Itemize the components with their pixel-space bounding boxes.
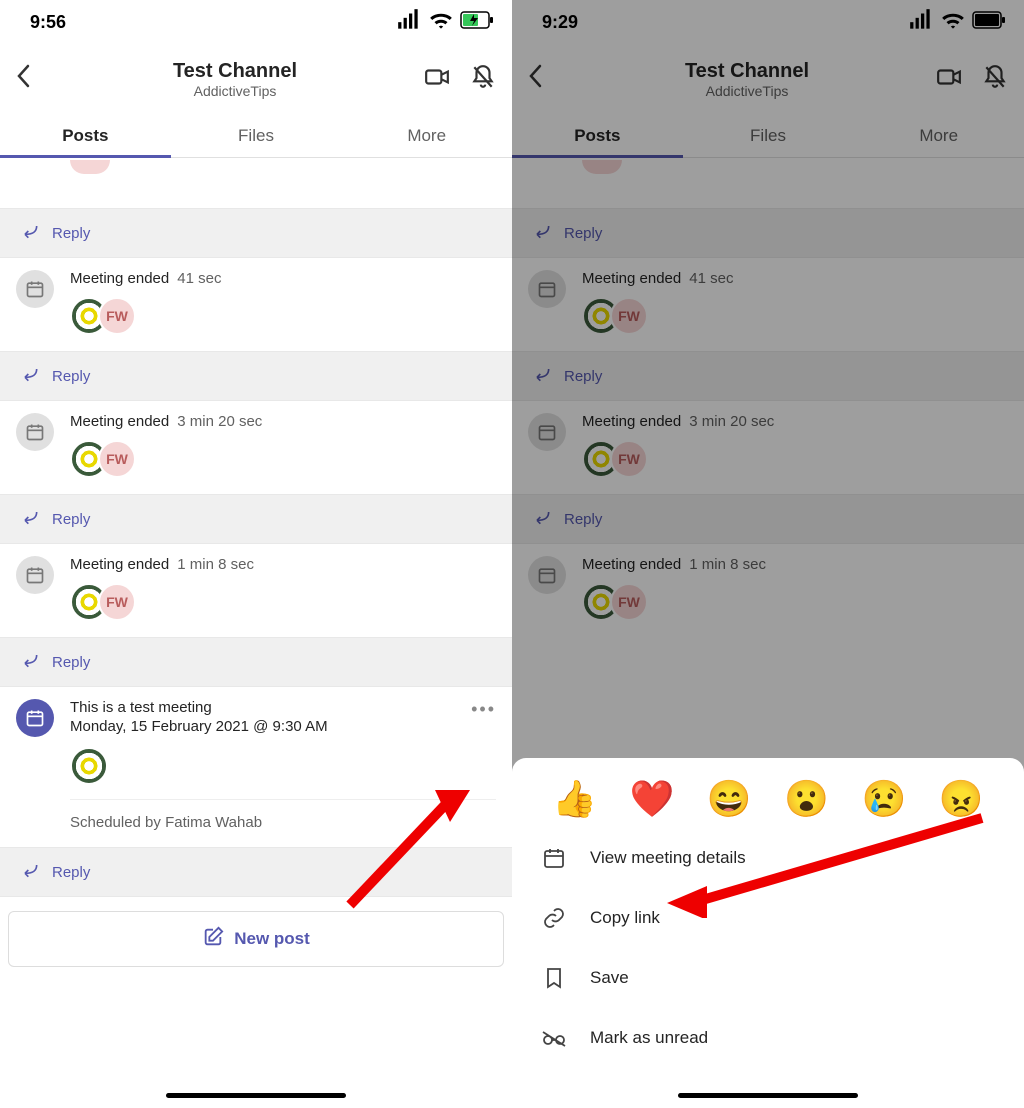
meeting-title: This is a test meeting (70, 699, 328, 716)
meeting-ended-post[interactable]: Meeting ended 41 sec FW (0, 270, 512, 351)
channel-title: Test Channel (46, 60, 424, 83)
video-call-button[interactable] (424, 64, 450, 95)
reaction-sad[interactable]: 😢 (862, 778, 907, 820)
post-duration: 3 min 20 sec (177, 413, 262, 430)
reply-icon (20, 221, 40, 245)
reply-label: Reply (52, 864, 90, 881)
bookmark-icon (540, 966, 568, 990)
glasses-icon (540, 1026, 568, 1050)
channel-header: Test Channel AddictiveTips (0, 44, 512, 114)
tab-more[interactable]: More (341, 114, 512, 157)
post-text: Meeting ended (70, 556, 169, 573)
new-post-button[interactable]: New post (8, 911, 504, 967)
reply-label: Reply (52, 368, 90, 385)
save-item[interactable]: Save (512, 948, 1024, 1008)
reply-button[interactable]: Reply (0, 208, 512, 258)
post-duration: 1 min 8 sec (177, 556, 254, 573)
battery-charging-icon (460, 11, 494, 34)
avatar-initials: FW (98, 583, 136, 621)
post-text: Meeting ended (70, 270, 169, 287)
right-screenshot: 9:29 Test Channel AddictiveTips (512, 0, 1024, 1108)
status-bar: 9:56 (0, 0, 512, 44)
wifi-icon (428, 7, 454, 38)
left-screenshot: 9:56 Test Channel AddictiveTips (0, 0, 512, 1108)
avatar (70, 747, 108, 785)
back-button[interactable] (16, 64, 46, 95)
reactions-row: 👍 ❤️ 😄 😮 😢 😠 (512, 778, 1024, 828)
mute-button[interactable] (470, 64, 496, 95)
reaction-thumbs-up[interactable]: 👍 (552, 778, 597, 820)
reply-label: Reply (52, 654, 90, 671)
mark-unread-item[interactable]: Mark as unread (512, 1008, 1024, 1068)
calendar-icon (16, 270, 54, 308)
tab-bar: Posts Files More (0, 114, 512, 158)
post-duration: 41 sec (177, 270, 221, 287)
post-text: Meeting ended (70, 413, 169, 430)
action-sheet: 👍 ❤️ 😄 😮 😢 😠 View meeting details Copy l… (512, 758, 1024, 1108)
scheduled-meeting-post[interactable]: This is a test meeting Monday, 15 Februa… (0, 699, 512, 847)
reply-icon (20, 364, 40, 388)
reaction-laugh[interactable]: 😄 (707, 778, 752, 820)
menu-item-label: View meeting details (590, 848, 746, 868)
reply-label: Reply (52, 511, 90, 528)
reply-button[interactable]: Reply (0, 847, 512, 897)
reply-icon (20, 507, 40, 531)
compose-icon (202, 926, 224, 953)
meeting-ended-post[interactable]: Meeting ended 3 min 20 sec FW (0, 413, 512, 494)
menu-item-label: Copy link (590, 908, 660, 928)
home-indicator (166, 1093, 346, 1098)
calendar-icon (540, 846, 568, 870)
reply-label: Reply (52, 225, 90, 242)
reaction-surprised[interactable]: 😮 (784, 778, 829, 820)
posts-feed[interactable]: Reply Meeting ended 41 sec FW Reply (0, 158, 512, 1078)
more-options-button[interactable]: ••• (471, 699, 496, 735)
view-meeting-details-item[interactable]: View meeting details (512, 828, 1024, 888)
calendar-icon (16, 413, 54, 451)
avatar-initials: FW (98, 297, 136, 335)
reply-icon (20, 860, 40, 884)
meeting-date: Monday, 15 February 2021 @ 9:30 AM (70, 718, 328, 735)
menu-item-label: Save (590, 968, 629, 988)
header-title-block: Test Channel AddictiveTips (46, 60, 424, 99)
reply-button[interactable]: Reply (0, 494, 512, 544)
new-post-label: New post (234, 929, 310, 949)
copy-link-item[interactable]: Copy link (512, 888, 1024, 948)
reply-button[interactable]: Reply (0, 351, 512, 401)
reaction-angry[interactable]: 😠 (939, 778, 984, 820)
status-time: 9:56 (30, 12, 66, 33)
tab-files[interactable]: Files (171, 114, 342, 157)
signal-icon (396, 7, 422, 38)
link-icon (540, 906, 568, 930)
home-indicator (678, 1093, 858, 1098)
status-right (396, 7, 494, 38)
menu-item-label: Mark as unread (590, 1028, 708, 1048)
reply-button[interactable]: Reply (0, 637, 512, 687)
calendar-icon (16, 699, 54, 737)
reaction-heart[interactable]: ❤️ (630, 778, 675, 820)
reply-icon (20, 650, 40, 674)
scheduled-by-label: Scheduled by Fatima Wahab (70, 799, 496, 831)
avatar-initials: FW (98, 440, 136, 478)
tab-posts[interactable]: Posts (0, 114, 171, 157)
channel-subtitle: AddictiveTips (46, 83, 424, 99)
meeting-ended-post[interactable]: Meeting ended 1 min 8 sec FW (0, 556, 512, 637)
calendar-icon (16, 556, 54, 594)
partial-avatar (70, 160, 110, 174)
